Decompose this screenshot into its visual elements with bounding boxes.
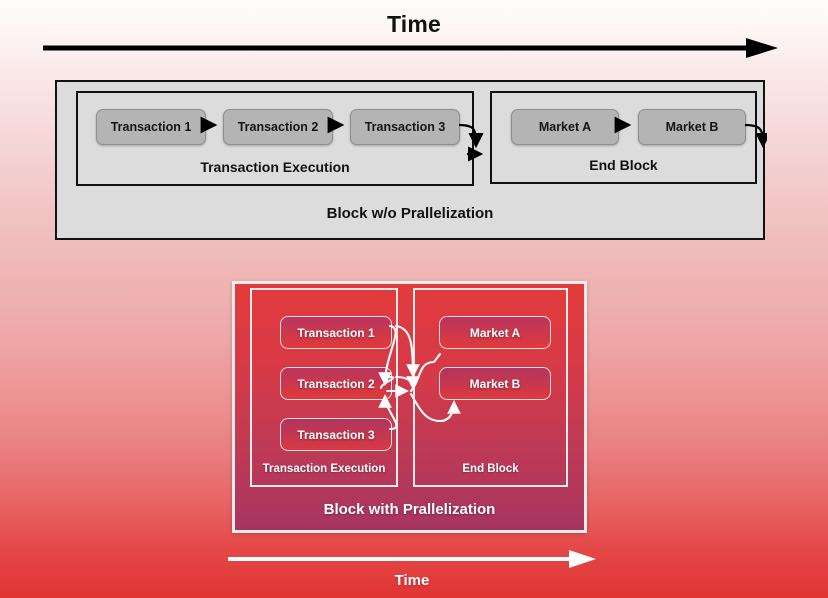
time-axis-label-bottom: Time: [394, 572, 430, 589]
time-axis-label-top: Time: [386, 11, 442, 37]
sequential-block-label: Block w/o Prallelization: [326, 205, 494, 222]
sequential-end-block-group: Market A Market B End Block: [490, 91, 757, 184]
sequential-transaction-execution-group: Transaction 1 Transaction 2 Transaction …: [76, 91, 474, 186]
time-arrow-top-icon: [43, 38, 778, 58]
parallel-card-market-a[interactable]: Market A: [439, 316, 551, 349]
sequential-card-transaction-3[interactable]: Transaction 3: [350, 109, 460, 145]
parallel-card-transaction-2[interactable]: Transaction 2: [280, 367, 392, 400]
parallel-card-transaction-3[interactable]: Transaction 3: [280, 418, 392, 451]
parallel-group-label-transaction-execution: Transaction Execution: [262, 463, 386, 475]
sequential-group-label-transaction-execution: Transaction Execution: [200, 159, 350, 175]
parallel-end-block-group: Market A Market B End Block: [413, 288, 568, 487]
sequential-card-market-b[interactable]: Market B: [638, 109, 746, 145]
time-arrow-bottom-icon: [228, 550, 596, 568]
sequential-group-label-end-block: End Block: [589, 157, 658, 173]
sequential-card-transaction-1[interactable]: Transaction 1: [96, 109, 206, 145]
parallel-block-label: Block with Prallelization: [323, 501, 496, 518]
parallel-transaction-execution-group: Transaction 1 Transaction 2 Transaction …: [250, 288, 398, 487]
parallel-card-transaction-1[interactable]: Transaction 1: [280, 316, 392, 349]
sequential-card-market-a[interactable]: Market A: [511, 109, 619, 145]
parallel-card-market-b[interactable]: Market B: [439, 367, 551, 400]
diagram-canvas: Time Transaction 1 Transaction 2 Transac…: [0, 0, 828, 598]
parallel-group-label-end-block: End Block: [462, 463, 519, 475]
sequential-card-transaction-2[interactable]: Transaction 2: [223, 109, 333, 145]
parallel-block: Transaction 1 Transaction 2 Transaction …: [232, 281, 587, 533]
